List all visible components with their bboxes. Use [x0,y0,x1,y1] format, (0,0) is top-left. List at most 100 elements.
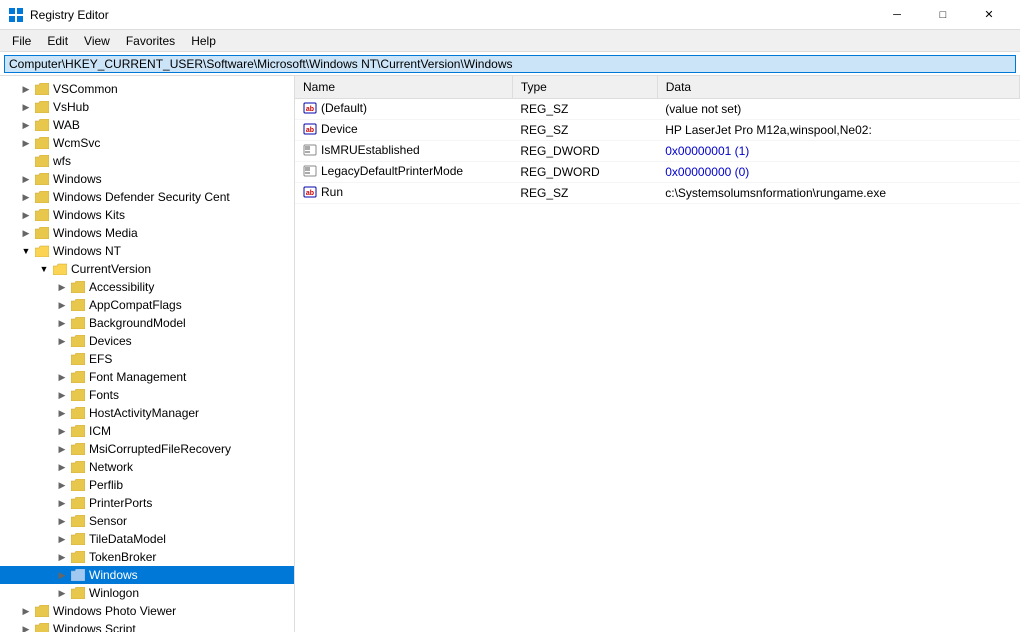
tree-label-icm: ICM [89,424,111,438]
folder-icon-winsnt [34,244,50,258]
tree-item-winskits[interactable]: ▶ Windows Kits [0,206,294,224]
cell-name: IsMRUEstablished [295,140,512,161]
folder-icon-backgroundmodel [70,316,86,330]
table-row[interactable]: ab Run REG_SZ c:\Systemsolumsnformation\… [295,182,1020,203]
table-row[interactable]: ab (Default) REG_SZ (value not set) [295,98,1020,119]
tree-item-backgroundmodel[interactable]: ▶ BackgroundModel [0,314,294,332]
tree-item-hostactivitymanager[interactable]: ▶ HostActivityManager [0,404,294,422]
expander-currentversion: ▼ [36,261,52,277]
folder-icon-perflib [70,478,86,492]
tree-item-wab[interactable]: ▶ WAB [0,116,294,134]
expander-fonts: ▶ [54,387,70,403]
tree-label-winlogon: Winlogon [89,586,139,600]
cell-data: (value not set) [657,98,1019,119]
expander-tokenbroker: ▶ [54,549,70,565]
data-panel: Name Type Data ab (Default) [295,76,1020,632]
tree-item-wcmsvc[interactable]: ▶ WcmSvc [0,134,294,152]
expander-windefender: ▶ [18,189,34,205]
close-button[interactable]: ✕ [966,0,1012,30]
tree-label-vshub: VsHub [53,100,89,114]
tree-item-windows-sub[interactable]: ▶ Windows [0,566,294,584]
table-row[interactable]: IsMRUEstablished REG_DWORD 0x00000001 (1… [295,140,1020,161]
folder-icon-vscommon [34,82,50,96]
tree-item-icm[interactable]: ▶ ICM [0,422,294,440]
expander-fontmanagement: ▶ [54,369,70,385]
tree-item-msicorrupted[interactable]: ▶ MsiCorruptedFileRecovery [0,440,294,458]
tree-item-appcompatflags[interactable]: ▶ AppCompatFlags [0,296,294,314]
tree-item-windefender[interactable]: ▶ Windows Defender Security Cent [0,188,294,206]
col-header-name[interactable]: Name [295,76,512,98]
tree-label-msicorrupted: MsiCorruptedFileRecovery [89,442,231,456]
menu-edit[interactable]: Edit [39,32,76,50]
maximize-button[interactable]: □ [920,0,966,30]
tree-label-tokenbroker: TokenBroker [89,550,156,564]
menu-favorites[interactable]: Favorites [118,32,183,50]
address-input[interactable] [4,55,1016,73]
address-bar [0,52,1020,76]
tree-item-winsmedia[interactable]: ▶ Windows Media [0,224,294,242]
cell-name: ab Run [295,182,512,203]
tree-item-windows[interactable]: ▶ Windows [0,170,294,188]
tree-item-currentversion[interactable]: ▼ CurrentVersion [0,260,294,278]
tree-label-windows-sub: Windows [89,568,138,582]
col-header-type[interactable]: Type [512,76,657,98]
tree-item-devices[interactable]: ▶ Devices [0,332,294,350]
expander-accessibility: ▶ [54,279,70,295]
tree-item-accessibility[interactable]: ▶ Accessibility [0,278,294,296]
tree-label-fonts: Fonts [89,388,119,402]
expander-vshub: ▶ [18,99,34,115]
cell-data value-blue: 0x00000000 (0) [657,161,1019,182]
folder-icon-msicorrupted [70,442,86,456]
expander-appcompatflags: ▶ [54,297,70,313]
folder-icon-efs [70,352,86,366]
tree-item-efs[interactable]: ▶ EFS [0,350,294,368]
folder-icon-fontmanagement [70,370,86,384]
tree-label-windows: Windows [53,172,102,186]
expander-backgroundmodel: ▶ [54,315,70,331]
folder-icon-appcompatflags [70,298,86,312]
tree-item-fonts[interactable]: ▶ Fonts [0,386,294,404]
tree-item-network[interactable]: ▶ Network [0,458,294,476]
expander-winskits: ▶ [18,207,34,223]
folder-icon-windows-sub [70,568,86,582]
tree-item-perflib[interactable]: ▶ Perflib [0,476,294,494]
tree-item-tiledatamodel[interactable]: ▶ TileDataModel [0,530,294,548]
expander-icm: ▶ [54,423,70,439]
folder-icon-printerports [70,496,86,510]
app-title: Registry Editor [30,8,874,22]
table-row[interactable]: LegacyDefaultPrinterMode REG_DWORD 0x000… [295,161,1020,182]
folder-icon-hostactivitymanager [70,406,86,420]
expander-printerports: ▶ [54,495,70,511]
tree-item-vscommon[interactable]: ▶ VSCommon [0,80,294,98]
tree-item-printerports[interactable]: ▶ PrinterPorts [0,494,294,512]
tree-item-fontmanagement[interactable]: ▶ Font Management [0,368,294,386]
menu-help[interactable]: Help [183,32,224,50]
expander-devices: ▶ [54,333,70,349]
tree-label-efs: EFS [89,352,112,366]
folder-icon-wcmsvc [34,136,50,150]
tree-item-wfs[interactable]: ▶ wfs [0,152,294,170]
tree-label-tiledatamodel: TileDataModel [89,532,166,546]
menu-file[interactable]: File [4,32,39,50]
folder-icon-sensor [70,514,86,528]
tree-item-sensor[interactable]: ▶ Sensor [0,512,294,530]
tree-item-winphotoviewer[interactable]: ▶ Windows Photo Viewer [0,602,294,620]
folder-icon-winsmedia [34,226,50,240]
menu-view[interactable]: View [76,32,118,50]
col-header-data[interactable]: Data [657,76,1019,98]
tree-item-vshub[interactable]: ▶ VsHub [0,98,294,116]
tree-item-winsnt[interactable]: ▼ Windows NT [0,242,294,260]
tree-label-wfs: wfs [53,154,71,168]
tree-label-winsnt: Windows NT [53,244,121,258]
tree-item-tokenbroker[interactable]: ▶ TokenBroker [0,548,294,566]
tree-item-winscript[interactable]: ▶ Windows Script [0,620,294,632]
folder-icon-wfs [34,154,50,168]
expander-hostactivitymanager: ▶ [54,405,70,421]
title-bar: Registry Editor ─ □ ✕ [0,0,1020,30]
table-row[interactable]: ab Device REG_SZ HP LaserJet Pro M12a,wi… [295,119,1020,140]
folder-icon-winskits [34,208,50,222]
tree-item-winlogon[interactable]: ▶ Winlogon [0,584,294,602]
tree-label-network: Network [89,460,133,474]
folder-icon-currentversion [52,262,68,276]
minimize-button[interactable]: ─ [874,0,920,30]
